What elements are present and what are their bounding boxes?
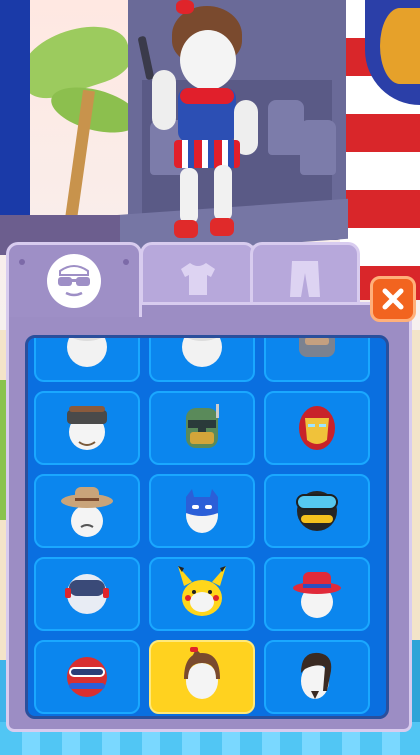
visor-headband-icon <box>57 396 117 460</box>
rivet <box>19 259 25 265</box>
hair-bow <box>176 0 194 14</box>
brown-hair-icon <box>172 645 232 709</box>
item-slot[interactable] <box>34 338 140 382</box>
racing-helmet-icon <box>57 645 117 709</box>
item-slot[interactable] <box>264 474 370 548</box>
item-slot[interactable] <box>264 640 370 714</box>
item-slot-selected[interactable] <box>149 640 255 714</box>
dark-pompadour-hair-icon <box>287 645 347 709</box>
helmet-white-icon <box>172 338 232 377</box>
player-avatar <box>137 0 260 245</box>
item-frame <box>6 302 412 732</box>
avatar-skirt <box>174 140 240 168</box>
item-slot[interactable] <box>264 557 370 631</box>
item-slot[interactable] <box>34 474 140 548</box>
wardrobe-panel <box>6 242 412 732</box>
avatar-shoe <box>210 218 234 236</box>
blue-wall <box>0 0 30 250</box>
avatar-arm <box>152 70 176 130</box>
item-slot[interactable] <box>149 557 255 631</box>
item-grid-scroll[interactable] <box>25 335 389 719</box>
helmet-white-icon <box>57 338 117 377</box>
flag-seal-icon <box>380 8 420 84</box>
red-bucket-hat-icon <box>287 562 347 626</box>
avatar-face <box>180 30 236 90</box>
item-slot[interactable] <box>264 338 370 382</box>
avatar-top <box>180 88 234 104</box>
sunglasses-face-icon <box>47 254 101 308</box>
item-slot[interactable] <box>264 391 370 465</box>
item-slot[interactable] <box>149 338 255 382</box>
blue-hero-mask-icon <box>172 479 232 543</box>
rivet <box>123 259 129 265</box>
avatar-shoe <box>174 220 198 238</box>
iron-hero-helmet-icon <box>287 396 347 460</box>
astronaut-helmet-icon <box>57 562 117 626</box>
seat <box>300 120 336 175</box>
bounty-hunter-helmet-icon <box>172 396 232 460</box>
item-slot[interactable] <box>34 557 140 631</box>
seat <box>268 100 304 155</box>
shirt-icon <box>177 260 219 302</box>
close-x-icon <box>382 288 404 310</box>
pants-icon <box>288 259 322 303</box>
avatar-leg <box>214 165 232 221</box>
robot-helmet-icon <box>287 338 347 377</box>
avatar-leg <box>180 168 198 224</box>
item-slot[interactable] <box>149 391 255 465</box>
item-slot[interactable] <box>34 391 140 465</box>
cowboy-hat-icon <box>57 479 117 543</box>
tab-hats[interactable] <box>6 242 142 317</box>
item-slot[interactable] <box>149 474 255 548</box>
item-slot[interactable] <box>34 640 140 714</box>
close-button[interactable] <box>370 276 416 322</box>
ski-goggles-helmet-icon <box>287 479 347 543</box>
pikachu-hood-icon <box>172 562 232 626</box>
